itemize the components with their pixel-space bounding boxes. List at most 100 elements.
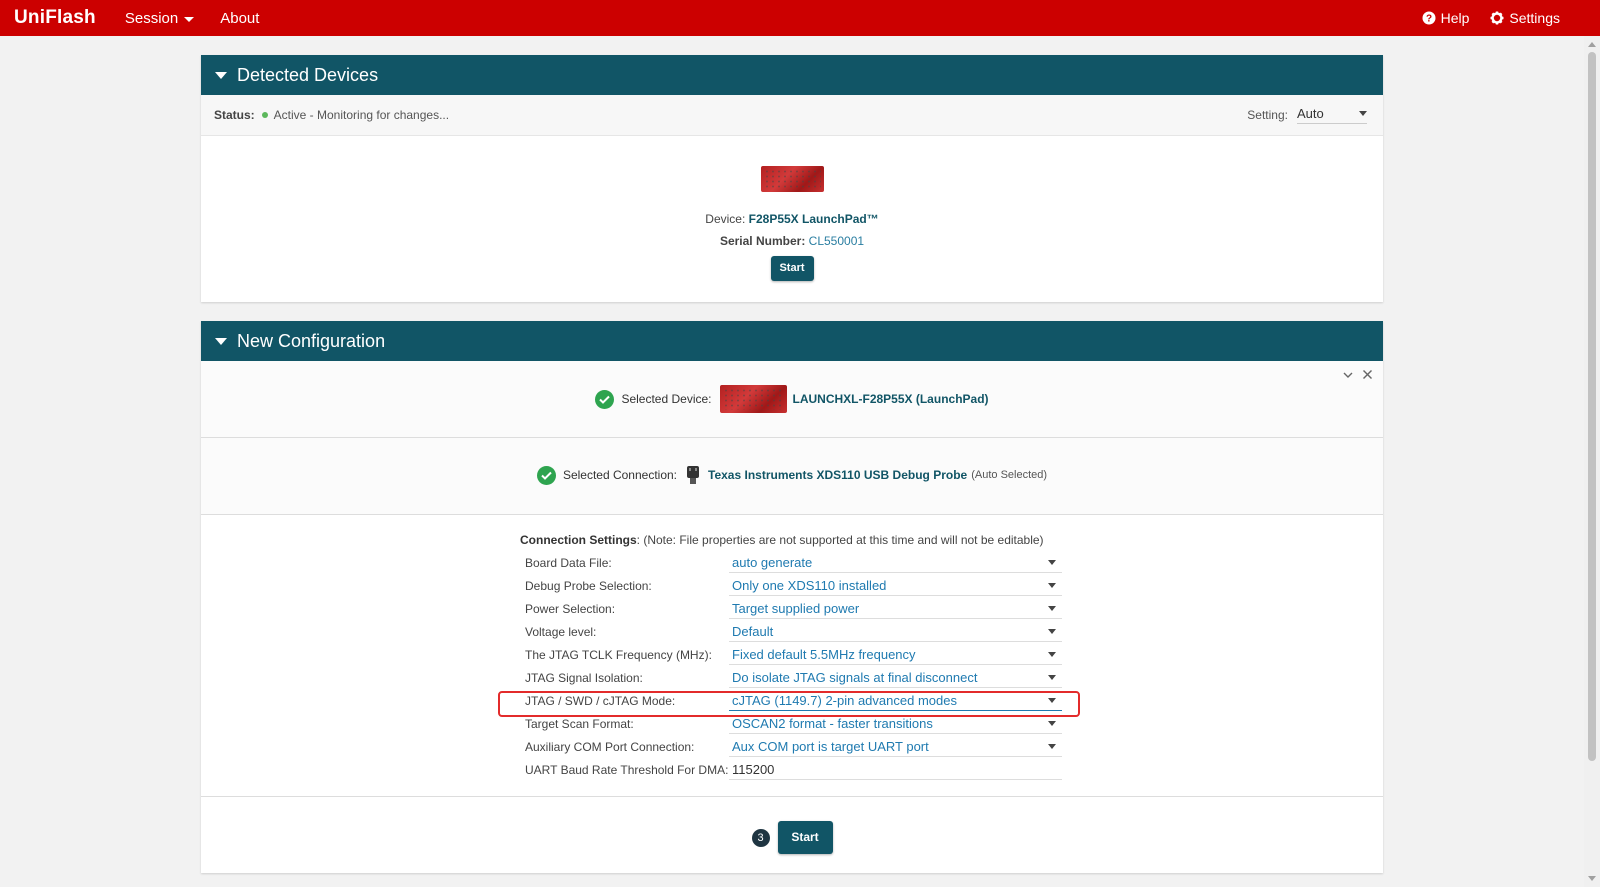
usb-probe-icon — [687, 466, 700, 484]
setting-row-debug-probe-selection: Debug Probe Selection: Only one XDS110 i… — [520, 574, 1062, 597]
setting-row-label: Target Scan Format: — [525, 716, 634, 731]
status-label: Status: — [214, 108, 255, 122]
app-brand[interactable]: UniFlash — [14, 7, 96, 29]
dropdown-caret-icon — [1048, 651, 1056, 657]
close-icon[interactable] — [1362, 369, 1373, 380]
setting-row-value: Only one XDS110 installed — [732, 577, 887, 593]
selected-device-line: Selected Device: LAUNCHXL-F28P55X (Launc… — [201, 385, 1383, 413]
about-menu-label: About — [220, 9, 260, 27]
setting-row-power-selection: Power Selection: Target supplied power — [520, 597, 1062, 620]
device-name: F28P55X LaunchPad™ — [748, 212, 879, 226]
power-selection-select[interactable]: Target supplied power — [729, 598, 1062, 619]
jtag-signal-isolation-select[interactable]: Do isolate JTAG signals at final disconn… — [729, 667, 1062, 688]
dropdown-caret-icon — [1048, 582, 1056, 588]
setting-row-jtag-signal-isolation: JTAG Signal Isolation: Do isolate JTAG s… — [520, 666, 1062, 689]
serial-label: Serial Number: — [719, 234, 806, 248]
setting-row-voltage-level: Voltage level: Default — [520, 620, 1062, 643]
page-scrollbar[interactable] — [1584, 36, 1600, 887]
setting-row-label: Voltage level: — [525, 624, 597, 639]
config-start-button[interactable]: Start — [777, 821, 833, 854]
dropdown-caret-icon — [1048, 674, 1056, 680]
check-circle-icon — [595, 389, 615, 409]
about-menu[interactable]: About — [220, 10, 259, 27]
setting-row-value: Aux COM port is target UART port — [732, 738, 929, 754]
selected-connection-line: Selected Connection: Texas Instruments X… — [201, 465, 1383, 485]
chevron-down-icon — [184, 16, 195, 22]
connection-settings-section: Connection Settings: (Note: File propert… — [201, 515, 1383, 797]
setting-value: Auto — [1297, 106, 1324, 121]
gear-icon — [1490, 11, 1504, 25]
detected-devices-panel: Detected Devices Status: Active - Monito… — [201, 55, 1383, 302]
connection-settings-note: : (Note: File properties are not support… — [636, 533, 1044, 547]
selected-device-value[interactable]: LAUNCHXL-F28P55X (LaunchPad) — [793, 392, 989, 406]
setting-row-value: cJTAG (1149.7) 2-pin advanced modes — [732, 692, 957, 708]
setting-row-uart-baud-rate: UART Baud Rate Threshold For DMA: 115200 — [520, 758, 1062, 781]
scroll-down-arrow-icon[interactable] — [1588, 876, 1596, 881]
jtag-tclk-frequency-select[interactable]: Fixed default 5.5MHz frequency — [729, 644, 1062, 665]
dropdown-caret-icon — [1048, 720, 1056, 726]
setting-row-value: auto generate — [732, 554, 813, 570]
voltage-level-select[interactable]: Default — [729, 621, 1062, 642]
chevron-down-icon[interactable] — [1342, 370, 1354, 380]
start-section: 3 Start — [201, 797, 1383, 873]
selected-connection-note: (Auto Selected) — [971, 469, 1048, 481]
dropdown-caret-icon — [1048, 628, 1056, 634]
check-circle-icon — [536, 465, 556, 485]
detected-start-button[interactable]: Start — [770, 256, 814, 281]
new-configuration-header[interactable]: New Configuration — [201, 321, 1383, 361]
collapse-triangle-icon — [215, 337, 227, 345]
setting-row-label: UART Baud Rate Threshold For DMA: — [525, 762, 729, 777]
board-data-file-select[interactable]: auto generate — [729, 552, 1062, 573]
selected-device-label: Selected Device: — [621, 392, 712, 406]
setting-select[interactable]: Auto — [1297, 106, 1367, 124]
launchpad-board-image — [719, 385, 787, 413]
status-row: Status: Active - Monitoring for changes.… — [201, 95, 1383, 136]
dropdown-caret-icon — [1048, 605, 1056, 611]
svg-text:?: ? — [1426, 14, 1432, 25]
dropdown-caret-icon — [1359, 111, 1367, 116]
serial-value: CL550001 — [808, 234, 865, 248]
setting-row-value: Do isolate JTAG signals at final disconn… — [732, 669, 978, 685]
connection-settings-title: Connection Settings: (Note: File propert… — [520, 533, 1044, 547]
scroll-thumb[interactable] — [1588, 52, 1596, 761]
top-navbar: UniFlash Session About ? Help Settings — [0, 0, 1600, 36]
setting-row-label: Board Data File: — [525, 555, 612, 570]
status-text: Active - Monitoring for changes... — [273, 108, 450, 122]
new-configuration-title: New Configuration — [237, 330, 386, 351]
dropdown-caret-icon — [1048, 559, 1056, 565]
setting-row-label: Auxiliary COM Port Connection: — [525, 739, 695, 754]
device-label: Device: — [705, 212, 746, 226]
uart-baud-rate-input[interactable]: 115200 — [729, 759, 1062, 780]
setting-row-value: 115200 — [732, 761, 775, 777]
start-line: 3 Start — [201, 821, 1383, 854]
setting-row-label: The JTAG TCLK Frequency (MHz): — [525, 647, 712, 662]
status-dot-icon — [261, 112, 268, 118]
device-line: Device: F28P55X LaunchPad™ — [201, 212, 1383, 226]
scroll-up-arrow-icon[interactable] — [1588, 42, 1596, 47]
setting-row-auxiliary-com-port: Auxiliary COM Port Connection: Aux COM p… — [520, 735, 1062, 758]
jtag-swd-cjtag-mode-select[interactable]: cJTAG (1149.7) 2-pin advanced modes — [729, 690, 1062, 711]
setting-row-value: Default — [732, 623, 774, 639]
help-icon: ? — [1422, 11, 1436, 25]
selected-connection-value[interactable]: Texas Instruments XDS110 USB Debug Probe — [708, 468, 967, 482]
selected-connection-section: Selected Connection: Texas Instruments X… — [201, 438, 1383, 515]
detected-device-card: Device: F28P55X LaunchPad™ Serial Number… — [201, 136, 1383, 281]
launchpad-board-image — [760, 166, 824, 192]
setting-row-value: Fixed default 5.5MHz frequency — [732, 646, 916, 662]
target-scan-format-select[interactable]: OSCAN2 format - faster transitions — [729, 713, 1062, 734]
setting-row-label: JTAG Signal Isolation: — [525, 670, 643, 685]
auxiliary-com-port-select[interactable]: Aux COM port is target UART port — [729, 736, 1062, 757]
session-menu[interactable]: Session — [125, 10, 195, 27]
setting-row-target-scan-format: Target Scan Format: OSCAN2 format - fast… — [520, 712, 1062, 735]
settings-button[interactable]: Settings — [1490, 10, 1560, 26]
setting-row-label: JTAG / SWD / cJTAG Mode: — [525, 693, 676, 708]
detected-devices-header[interactable]: Detected Devices — [201, 55, 1383, 95]
setting-row-jtag-tclk-frequency: The JTAG TCLK Frequency (MHz): Fixed def… — [520, 643, 1062, 666]
setting-row-board-data-file: Board Data File: auto generate — [520, 551, 1062, 574]
help-button[interactable]: ? Help — [1422, 10, 1470, 26]
connection-settings-list: Board Data File: auto generate Debug Pro… — [520, 551, 1062, 781]
new-configuration-panel: New Configuration Selected Device: LAUNC… — [201, 321, 1383, 873]
setting-row-label: Debug Probe Selection: — [525, 578, 652, 593]
debug-probe-selection-select[interactable]: Only one XDS110 installed — [729, 575, 1062, 596]
help-label: Help — [1440, 10, 1470, 26]
